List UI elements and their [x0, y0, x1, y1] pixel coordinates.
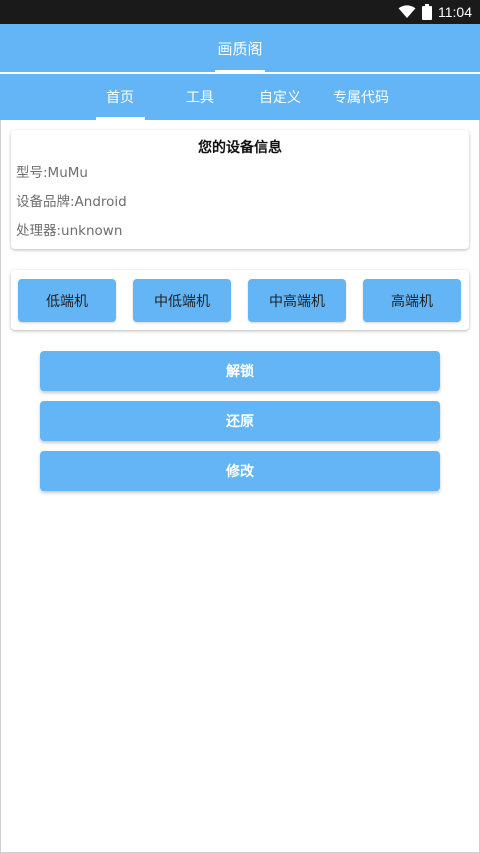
mid-low-end-button[interactable]: 中低端机 [133, 279, 231, 322]
tab-home[interactable]: 首页 [106, 87, 134, 107]
low-end-button[interactable]: 低端机 [18, 279, 116, 322]
tab-custom[interactable]: 自定义 [259, 87, 301, 107]
device-brand: 设备品牌:Android [16, 194, 127, 210]
device-info-card: 您的设备信息 型号:MuMu 设备品牌:Android 处理器:unknown [11, 130, 469, 249]
device-processor: 处理器:unknown [16, 223, 123, 239]
app-bar: 画质阁 [0, 24, 480, 72]
high-end-button[interactable]: 高端机 [363, 279, 461, 322]
tab-indicator [96, 117, 145, 120]
left-edge-divider [0, 120, 1, 853]
device-tier-card: 低端机 中低端机 中高端机 高端机 [11, 270, 469, 330]
device-model: 型号:MuMu [16, 165, 88, 181]
tab-exclusive-code[interactable]: 专属代码 [333, 87, 389, 107]
wifi-icon [398, 5, 416, 18]
status-bar: 11:04 [0, 0, 480, 24]
status-icons: 11:04 [398, 3, 472, 21]
mid-high-end-button[interactable]: 中高端机 [248, 279, 346, 322]
restore-button[interactable]: 还原 [40, 401, 440, 441]
device-info-title: 您的设备信息 [198, 140, 282, 156]
title-underline [215, 70, 265, 72]
clock: 11:04 [438, 4, 472, 20]
tab-tools[interactable]: 工具 [186, 87, 214, 107]
battery-icon [422, 4, 432, 20]
modify-button[interactable]: 修改 [40, 451, 440, 491]
unlock-button[interactable]: 解锁 [40, 351, 440, 391]
app-title: 画质阁 [217, 40, 263, 58]
tab-bar: 首页 工具 自定义 专属代码 [0, 74, 480, 120]
